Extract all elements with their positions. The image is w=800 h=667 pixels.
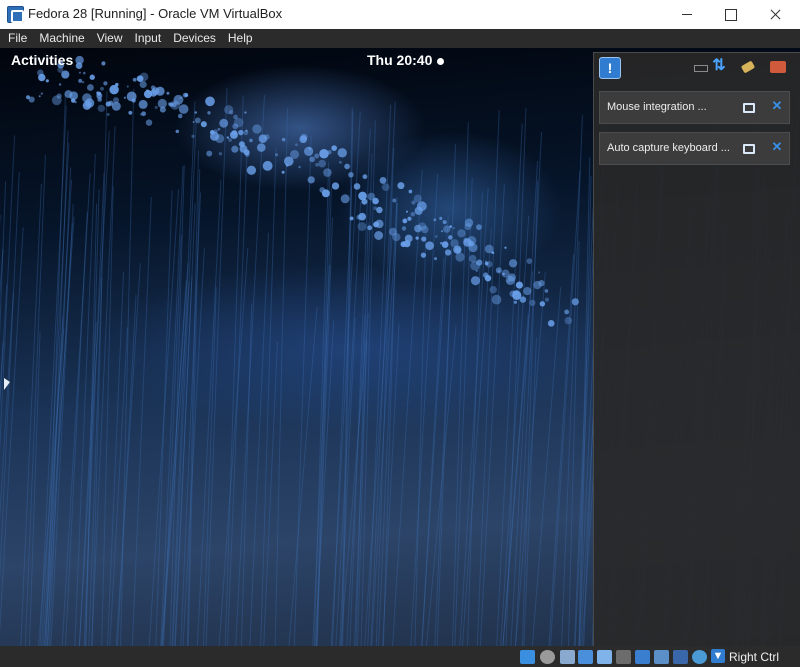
menu-input[interactable]: Input — [129, 29, 168, 48]
pin-icon[interactable] — [742, 143, 755, 155]
network-icon[interactable] — [578, 650, 593, 664]
menu-file[interactable]: File — [2, 29, 33, 48]
window-titlebar: Fedora 28 [Running] - Oracle VM VirtualB… — [0, 0, 800, 29]
notification-dot-icon — [437, 57, 445, 65]
virtualbox-icon — [7, 6, 24, 23]
notification-center-icon[interactable]: ! — [599, 57, 621, 79]
mouse-integration-icon[interactable] — [692, 650, 707, 664]
clock-label: Thu 20:40 — [367, 52, 433, 68]
shared-folders-icon[interactable] — [616, 650, 631, 664]
display-icon[interactable] — [635, 650, 650, 664]
maximize-button[interactable] — [708, 0, 754, 29]
usb-icon[interactable] — [597, 650, 612, 664]
menu-bar: File Machine View Input Devices Help — [0, 29, 800, 48]
activities-button[interactable]: Activities — [11, 52, 73, 68]
menu-view[interactable]: View — [91, 29, 129, 48]
menu-devices[interactable]: Devices — [167, 29, 222, 48]
close-icon[interactable]: ✕ — [770, 99, 784, 113]
hard-disk-icon[interactable] — [520, 650, 535, 664]
notification-text: Auto capture keyboard ... — [607, 142, 730, 154]
optical-drive-icon[interactable] — [540, 650, 555, 664]
menu-help[interactable]: Help — [222, 29, 259, 48]
clock-menu[interactable]: Thu 20:40 — [367, 52, 445, 68]
window-title: Fedora 28 [Running] - Oracle VM VirtualB… — [28, 6, 283, 21]
host-key-icon[interactable]: ▼ — [711, 649, 725, 663]
virtualization-icon[interactable] — [673, 650, 688, 664]
mouse-integration-icon — [740, 57, 758, 75]
notification-center-panel: ! ⇅ Mouse integration ... ✕ Auto capture… — [593, 52, 800, 646]
notification-center-header: ! ⇅ — [594, 53, 800, 83]
minimize-button[interactable] — [664, 0, 710, 29]
guest-display[interactable]: Activities Thu 20:40 ! ⇅ Mouse integrati… — [0, 48, 800, 646]
mouse-pointer-icon — [4, 378, 10, 390]
host-key-label: Right Ctrl — [729, 650, 780, 664]
close-window-button[interactable] — [752, 0, 798, 29]
audio-icon[interactable] — [560, 650, 575, 664]
notification-mouse-integration[interactable]: Mouse integration ... ✕ — [599, 91, 790, 124]
video-capture-icon[interactable] — [654, 650, 669, 664]
keyboard-capture-icon — [769, 57, 787, 75]
status-bar: ▼ Right Ctrl — [0, 646, 800, 667]
notification-text: Mouse integration ... — [607, 101, 707, 113]
notification-auto-capture-keyboard[interactable]: Auto capture keyboard ... ✕ — [599, 132, 790, 165]
menu-machine[interactable]: Machine — [33, 29, 90, 48]
network-icon — [692, 57, 710, 75]
upload-download-icon: ⇅ — [712, 57, 726, 74]
close-icon[interactable]: ✕ — [770, 140, 784, 154]
pin-icon[interactable] — [742, 102, 755, 114]
